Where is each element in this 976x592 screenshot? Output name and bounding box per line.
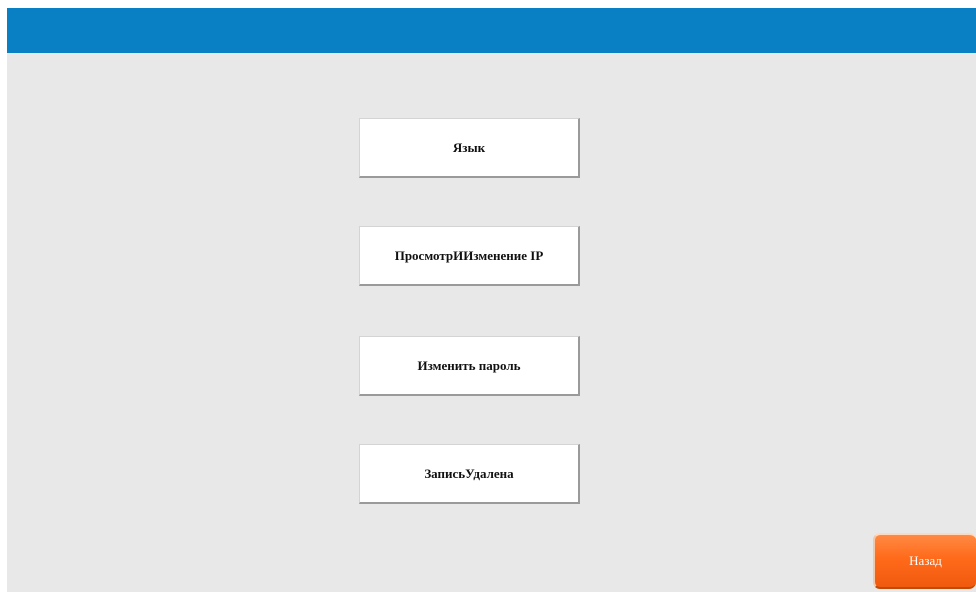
change-password-button-label: Изменить пароль	[417, 357, 521, 373]
language-button[interactable]: Язык	[359, 118, 580, 178]
back-button-label: Назад	[909, 553, 942, 568]
change-password-button[interactable]: Изменить пароль	[359, 336, 580, 396]
view-change-ip-button-label: ПросмотрИИзменение IP	[394, 247, 544, 263]
delete-records-button[interactable]: ЗаписьУдалена	[359, 444, 580, 504]
settings-screen: Язык ПросмотрИИзменение IP Изменить паро…	[7, 8, 976, 592]
view-change-ip-button[interactable]: ПросмотрИИзменение IP	[359, 226, 580, 286]
delete-records-button-label: ЗаписьУдалена	[424, 465, 514, 481]
language-button-label: Язык	[452, 139, 486, 155]
header-bar	[7, 8, 976, 53]
back-button[interactable]: Назад	[873, 533, 976, 589]
